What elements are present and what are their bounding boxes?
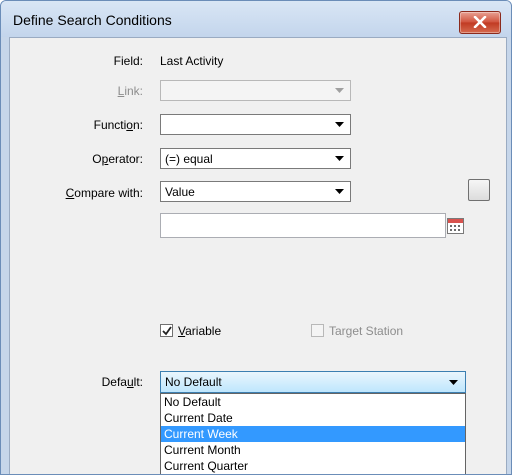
dropdown-option-no-default[interactable]: No Default (161, 394, 465, 410)
operator-label: Operator: (92, 152, 143, 166)
chevron-down-icon (335, 122, 344, 127)
dropdown-option-current-date[interactable]: Current Date (161, 410, 465, 426)
operator-select-value: (=) equal (165, 152, 213, 166)
chevron-down-icon (335, 156, 344, 161)
compare-with-label: Compare with: (65, 186, 143, 200)
default-select-value: No Default (165, 375, 222, 389)
checkmark-icon (162, 326, 172, 336)
title-bar[interactable]: Define Search Conditions (1, 1, 511, 37)
close-button[interactable] (459, 11, 501, 34)
function-label: Function: (93, 118, 143, 132)
field-value: Last Activity (160, 54, 224, 68)
dialog-title: Define Search Conditions (13, 12, 172, 28)
close-x-icon (473, 16, 487, 28)
variable-label[interactable]: Variable (178, 324, 221, 338)
dialog-window: Define Search Conditions Field: Last Act… (0, 0, 512, 475)
compare-options-button[interactable] (468, 179, 490, 201)
default-label: Default: (101, 375, 143, 389)
target-station-checkbox[interactable] (311, 324, 324, 337)
chevron-down-icon (335, 189, 344, 194)
dropdown-option-current-week[interactable]: Current Week (161, 426, 465, 442)
dropdown-option-current-quarter[interactable]: Current Quarter (161, 458, 465, 474)
function-select[interactable] (160, 114, 351, 135)
variable-checkbox[interactable] (160, 324, 173, 337)
compare-with-select-value: Value (165, 185, 195, 199)
default-select[interactable]: No Default (160, 371, 466, 393)
compare-with-select[interactable]: Value (160, 181, 351, 202)
dropdown-option-current-month[interactable]: Current Month (161, 442, 465, 458)
link-label: Link: (117, 84, 143, 98)
chevron-down-icon (335, 88, 344, 93)
calendar-icon[interactable] (447, 218, 464, 234)
compare-value-input[interactable] (160, 213, 446, 238)
chevron-down-icon (449, 380, 458, 385)
dialog-body: Field: Last Activity Link: Function: Ope… (9, 37, 507, 474)
link-select[interactable] (160, 80, 351, 101)
field-label: Field: (113, 54, 143, 68)
default-dropdown-list: No Default Current Date Current Week Cur… (160, 393, 466, 474)
target-station-label[interactable]: Target Station (329, 324, 403, 338)
operator-select[interactable]: (=) equal (160, 148, 351, 169)
